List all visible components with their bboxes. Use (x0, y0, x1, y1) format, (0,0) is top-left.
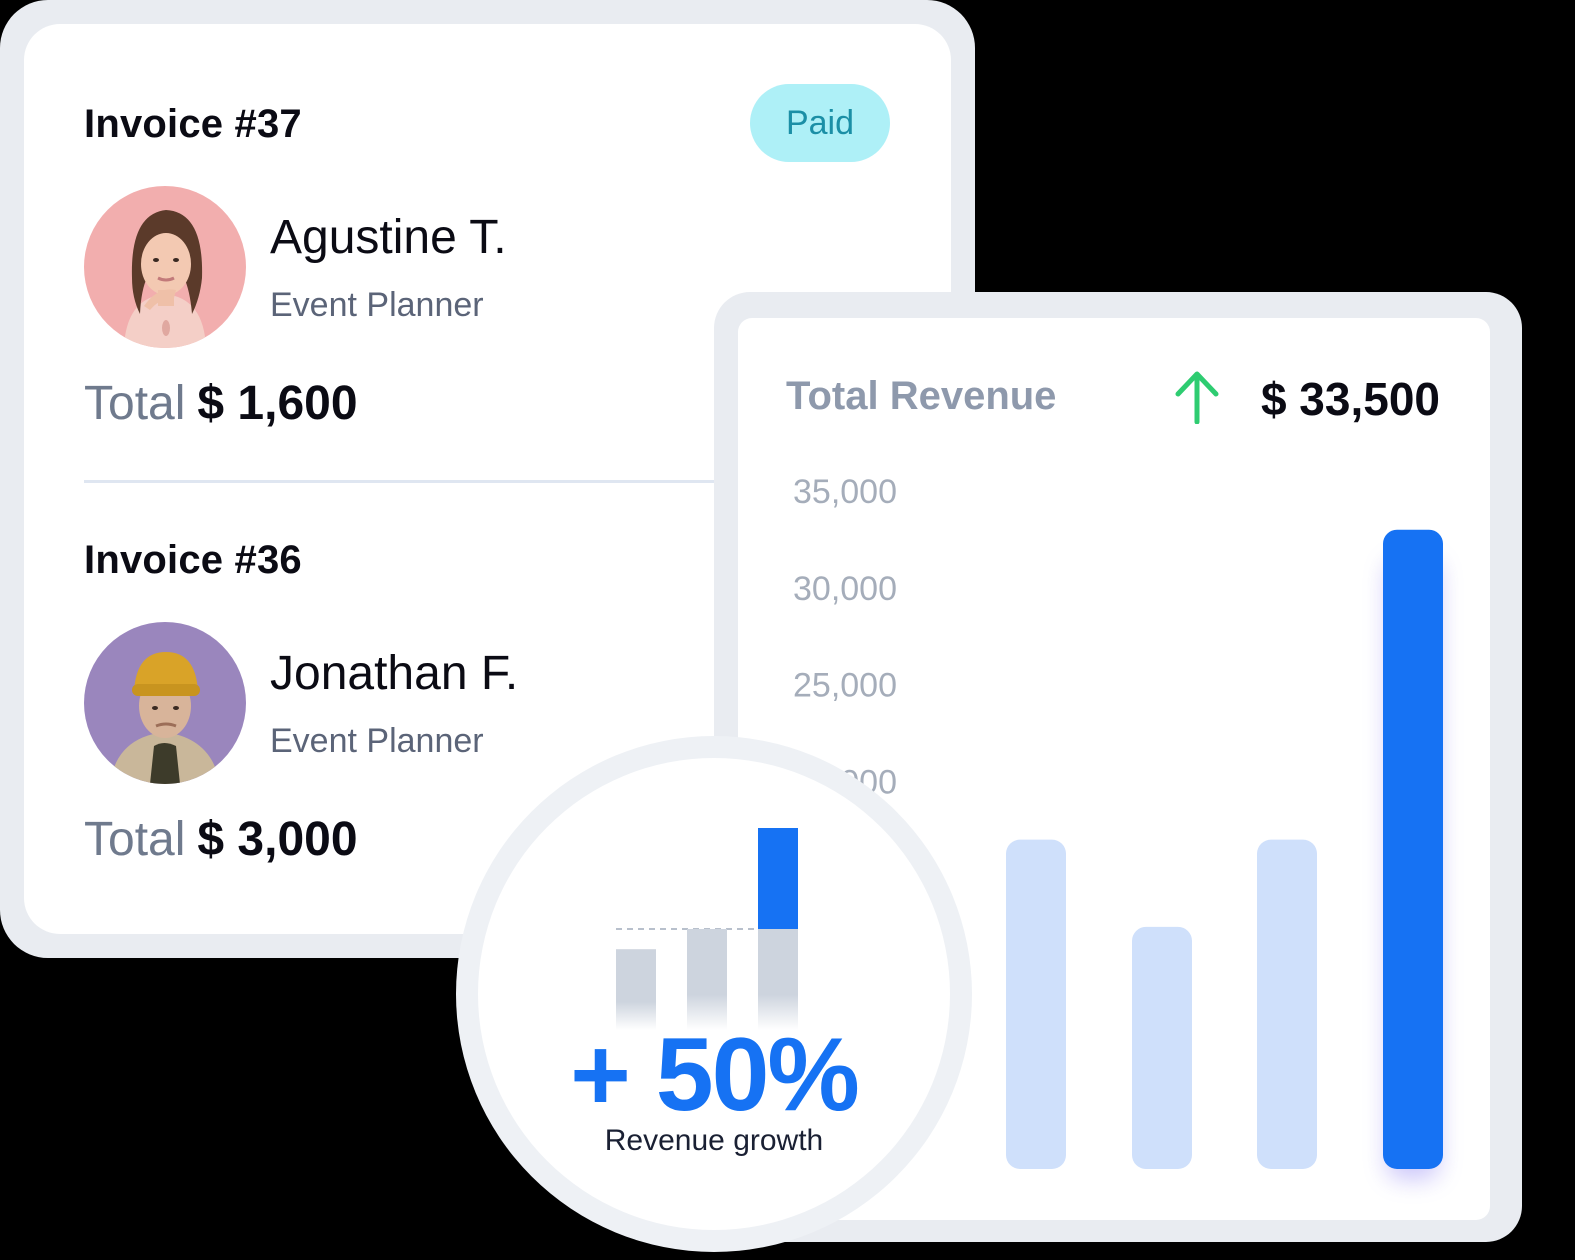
mini-bar (687, 929, 727, 1030)
divider (84, 480, 784, 483)
invoice-37-title: Invoice #37 (84, 102, 302, 146)
growth-value: + 50% (570, 1017, 860, 1133)
invoice-36-title: Invoice #36 (84, 538, 302, 582)
mini-bar-growth (758, 828, 798, 929)
total-value: $ 1,600 (197, 377, 358, 430)
customer-role: Event Planner (270, 286, 484, 324)
revenue-bar (1383, 529, 1443, 1169)
revenue-bar (1132, 926, 1192, 1169)
y-tick-label: 25,000 (793, 667, 897, 705)
customer-name: Agustine T. (270, 211, 507, 264)
customer-role: Event Planner (270, 722, 484, 760)
mini-bar-chart (616, 828, 798, 1030)
total-value: $ 3,000 (197, 813, 358, 866)
invoice-total: Total $ 1,600 (84, 376, 358, 431)
status-badge: Paid (750, 84, 890, 162)
y-tick-label: 30,000 (793, 570, 897, 608)
revenue-bar (1257, 839, 1317, 1169)
total-label: Total (84, 813, 186, 866)
y-tick-label: 35,000 (793, 473, 897, 511)
total-label: Total (84, 377, 186, 430)
customer-name: Jonathan F. (270, 647, 519, 700)
mini-bar (758, 929, 798, 1030)
avatar-jonathan (84, 622, 246, 784)
revenue-bar (1006, 839, 1066, 1169)
avatar-agustine (84, 186, 246, 348)
invoice-total: Total $ 3,000 (84, 812, 358, 867)
growth-badge: + 50% Revenue growth (478, 758, 950, 1230)
growth-label: Revenue growth (604, 1124, 824, 1157)
